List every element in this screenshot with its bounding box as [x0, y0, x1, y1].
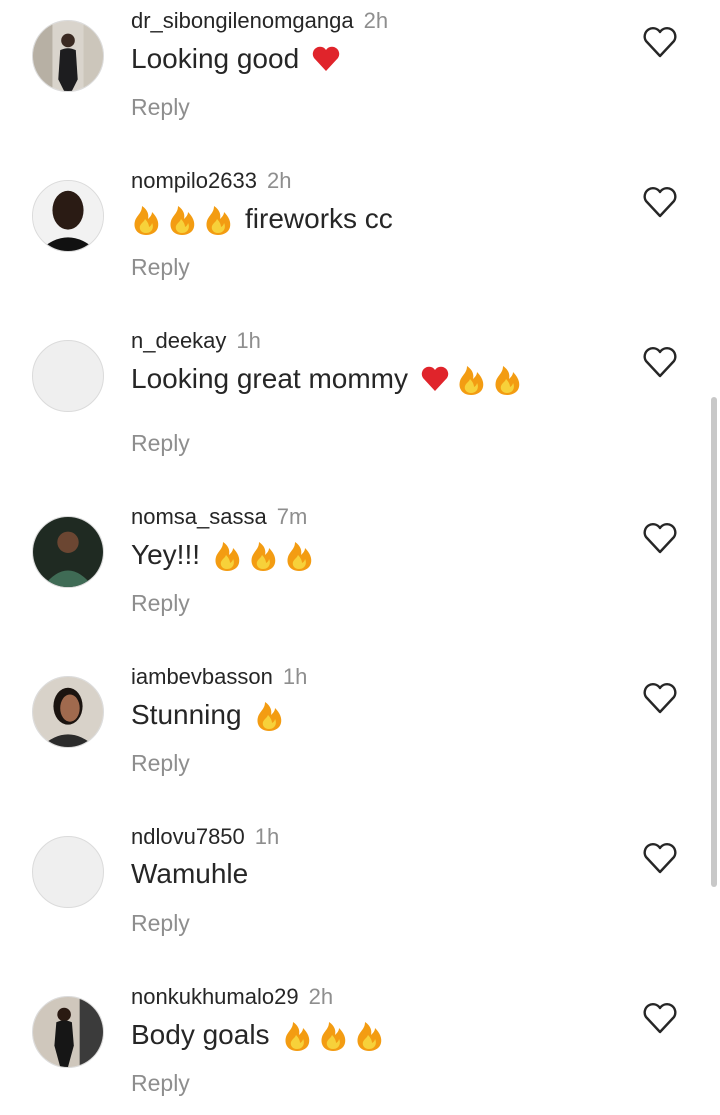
comment-text: Body goals: [131, 1018, 384, 1052]
username[interactable]: dr_sibongilenomganga: [131, 8, 354, 33]
like-button[interactable]: [640, 840, 680, 876]
comment-meta: n_deekay 1h: [131, 328, 261, 358]
timestamp: 7m: [276, 504, 308, 529]
heart-outline-icon: [643, 843, 677, 874]
heart-outline-icon: [643, 347, 677, 378]
timestamp: 1h: [236, 328, 261, 353]
comment-text: Stunning: [131, 698, 284, 732]
avatar[interactable]: [32, 340, 104, 412]
avatar-photo-icon: [33, 181, 103, 251]
comment-meta: nomsa_sassa 7m: [131, 504, 307, 534]
reply-button[interactable]: Reply: [131, 1070, 190, 1097]
timestamp: 1h: [282, 664, 308, 689]
like-button[interactable]: [640, 24, 680, 60]
heart-outline-icon: [643, 683, 677, 714]
avatar[interactable]: [32, 20, 104, 92]
avatar-photo-icon: [33, 997, 103, 1067]
scrollbar[interactable]: [711, 397, 717, 887]
heart-outline-icon: [643, 1003, 677, 1034]
avatar[interactable]: [32, 836, 104, 908]
comment-text: Looking good: [131, 42, 341, 76]
fire-emoji: [282, 1018, 312, 1052]
avatar-photo-icon: [33, 517, 103, 587]
reply-button[interactable]: Reply: [131, 94, 190, 121]
avatar[interactable]: [32, 180, 104, 252]
timestamp: 2h: [266, 168, 292, 193]
fire-emoji: [167, 202, 197, 236]
fire-emoji: [492, 362, 522, 396]
fire-emoji: [212, 538, 242, 572]
avatar-photo-icon: [33, 677, 103, 747]
reply-button[interactable]: Reply: [131, 590, 190, 617]
like-button[interactable]: [640, 1000, 680, 1036]
comment-text: Wamuhle: [131, 858, 249, 889]
username[interactable]: nonkukhumalo29: [131, 984, 299, 1009]
comment-text: Looking great mommy: [131, 362, 522, 396]
fire-emoji: [131, 202, 161, 236]
comment-text: Yey!!!: [131, 538, 314, 572]
avatar[interactable]: [32, 676, 104, 748]
like-button[interactable]: [640, 184, 680, 220]
avatar-photo-icon: [33, 21, 103, 91]
comment-meta: nonkukhumalo29 2h: [131, 984, 333, 1014]
timestamp: 2h: [308, 984, 334, 1009]
fire-emoji: [203, 202, 233, 236]
reply-button[interactable]: Reply: [131, 254, 190, 281]
fire-emoji: [248, 538, 278, 572]
username[interactable]: ndlovu7850: [131, 824, 245, 849]
timestamp: 1h: [254, 824, 280, 849]
like-button[interactable]: [640, 520, 680, 556]
username[interactable]: nomsa_sassa: [131, 504, 267, 529]
avatar[interactable]: [32, 996, 104, 1068]
like-button[interactable]: [640, 344, 680, 380]
fire-emoji: [284, 538, 314, 572]
username[interactable]: n_deekay: [131, 328, 226, 353]
comments-list: dr_sibongilenomganga 2h Looking good Repl…: [0, 0, 720, 1115]
timestamp: 2h: [363, 8, 389, 33]
fire-emoji: [456, 362, 486, 396]
fire-emoji: [254, 698, 284, 732]
like-button[interactable]: [640, 680, 680, 716]
username[interactable]: iambevbasson: [131, 664, 273, 689]
heart-outline-icon: [643, 187, 677, 218]
heart-outline-icon: [643, 27, 677, 58]
reply-button[interactable]: Reply: [131, 910, 190, 937]
fire-emoji: [318, 1018, 348, 1052]
comment-meta: nompilo2633 2h: [131, 168, 291, 198]
username[interactable]: nompilo2633: [131, 168, 257, 193]
fire-emoji: [354, 1018, 384, 1052]
comment-meta: dr_sibongilenomganga 2h: [131, 8, 388, 38]
avatar[interactable]: [32, 516, 104, 588]
red-heart-emoji: [311, 42, 341, 76]
reply-button[interactable]: Reply: [131, 750, 190, 777]
reply-button[interactable]: Reply: [131, 430, 190, 457]
comment-meta: iambevbasson 1h: [131, 664, 307, 694]
heart-outline-icon: [643, 523, 677, 554]
comment-meta: ndlovu7850 1h: [131, 824, 279, 854]
comment-text: fireworks cc: [131, 202, 399, 236]
red-heart-emoji: [420, 362, 450, 396]
